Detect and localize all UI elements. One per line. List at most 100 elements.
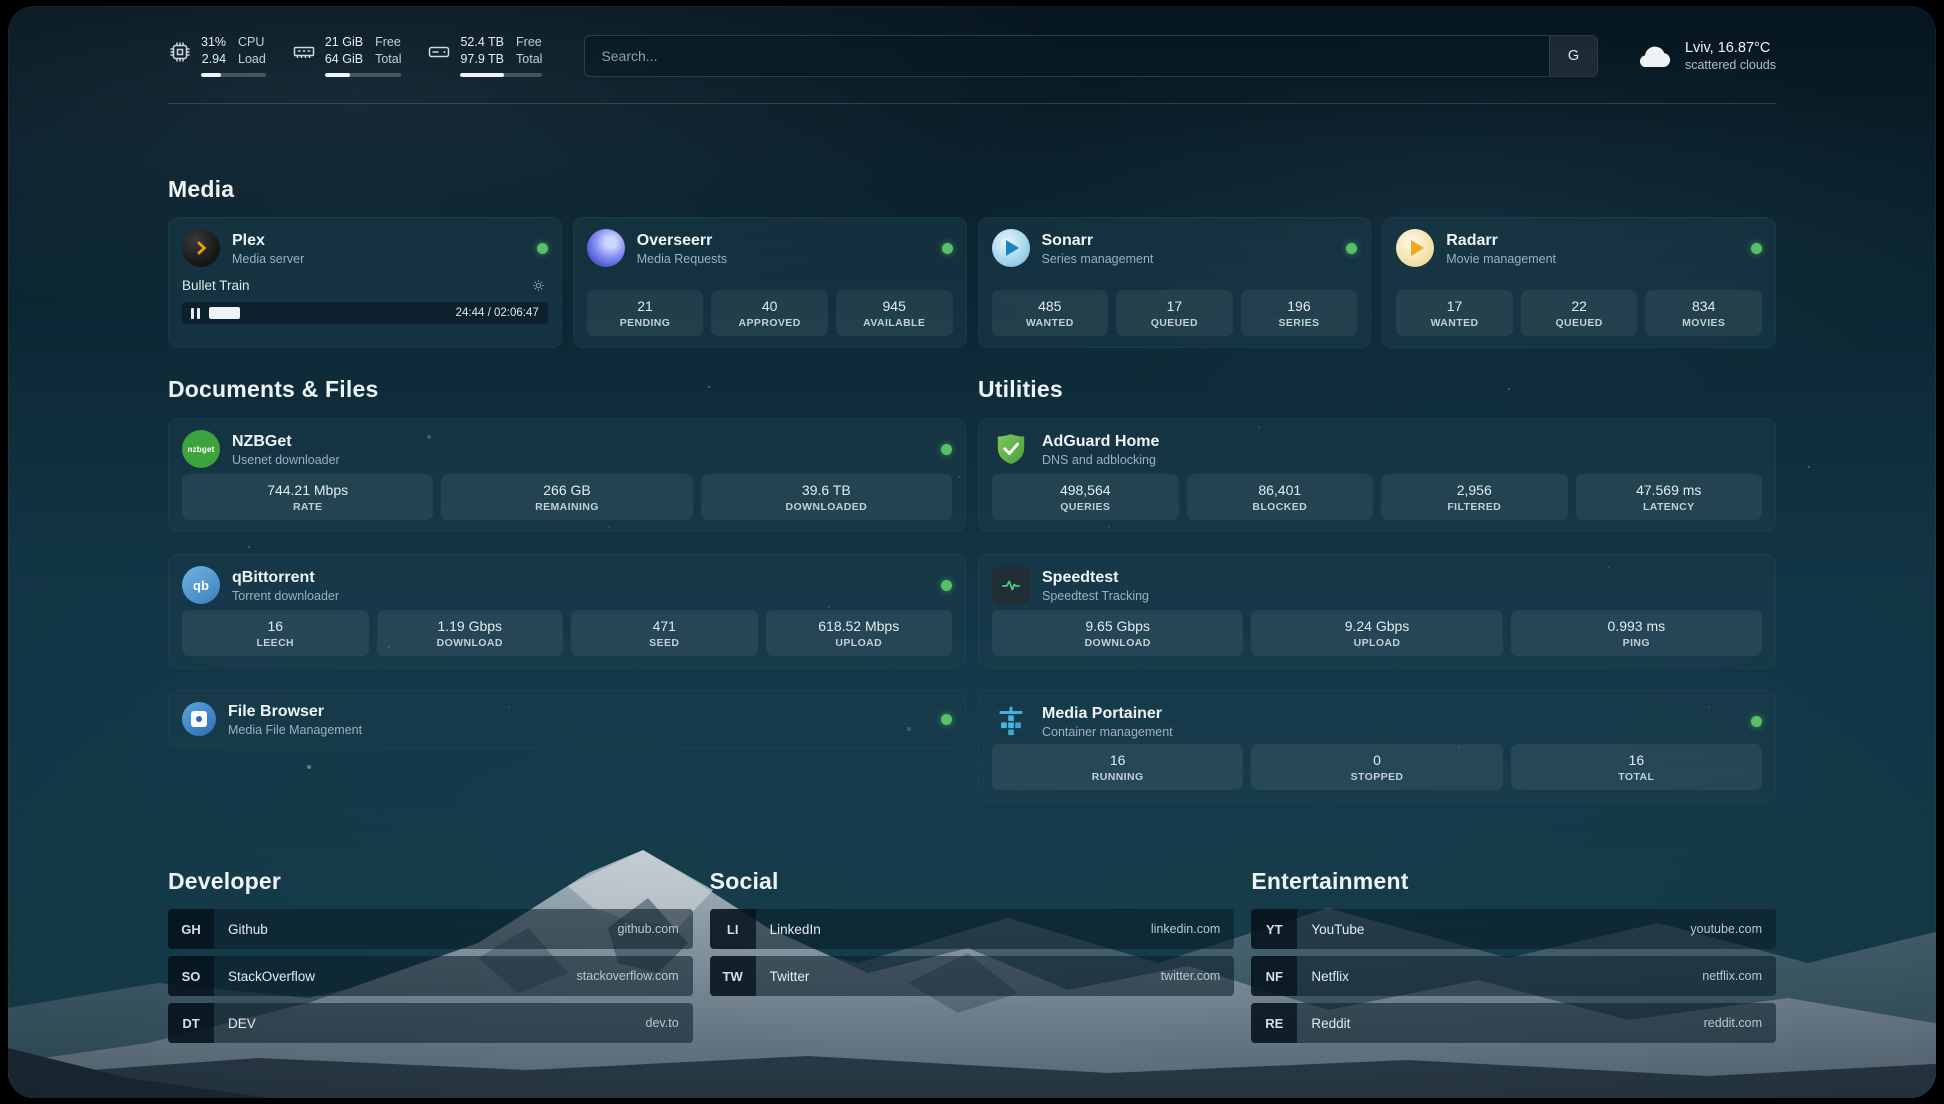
bookmark-youtube[interactable]: YT YouTube youtube.com: [1251, 909, 1776, 949]
bookmark-url: youtube.com: [1690, 922, 1776, 936]
stat-label: QUEUED: [1120, 317, 1229, 329]
stat-label: REMAINING: [445, 501, 688, 513]
portainer-titles: Media Portainer Container management: [1042, 704, 1173, 739]
search-engine-button[interactable]: G: [1549, 36, 1597, 76]
qbittorrent-icon: qb: [182, 566, 220, 604]
disk-icon: [427, 40, 451, 64]
stat-box: 9.65 Gbps DOWNLOAD: [992, 610, 1243, 656]
bookmark-name: DEV: [214, 1016, 256, 1031]
developer-list: GH Github github.com SO StackOverflow st…: [168, 909, 693, 1043]
bookmarks-developer: Developer GH Github github.com SO StackO…: [168, 868, 693, 1043]
search-bar: G: [584, 35, 1598, 77]
cpu-usage-value: 31%: [201, 34, 226, 50]
qbittorrent-card[interactable]: qb qBittorrent Torrent downloader: [168, 554, 966, 668]
stat-label: APPROVED: [715, 317, 824, 329]
bookmark-netflix[interactable]: NF Netflix netflix.com: [1251, 956, 1776, 996]
radarr-card[interactable]: Radarr Movie management 17 WANTED 2: [1382, 217, 1776, 348]
speedtest-card[interactable]: Speedtest Speedtest Tracking 9.65 Gbps D…: [978, 554, 1776, 668]
bookmarks-area: Developer GH Github github.com SO StackO…: [168, 868, 1776, 1043]
bookmark-url: linkedin.com: [1151, 922, 1234, 936]
two-column-area: Documents & Files nzbget NZBGet Usenet d…: [168, 376, 1776, 802]
stat-box: 744.21 Mbps RATE: [182, 474, 433, 520]
stat-box: 40 APPROVED: [711, 290, 828, 336]
memory-readout: 21 GiB Free 64 GiB Total: [325, 34, 402, 77]
plex-card[interactable]: Plex Media server Bullet Train: [168, 217, 562, 348]
filebrowser-icon: [182, 702, 216, 736]
bookmark-dev[interactable]: DT DEV dev.to: [168, 1003, 693, 1043]
status-dot: [941, 714, 952, 725]
memory-monitor: 21 GiB Free 64 GiB Total: [292, 34, 402, 77]
nzbget-card[interactable]: nzbget NZBGet Usenet downloader: [168, 418, 966, 532]
settings-gear-icon[interactable]: [530, 276, 548, 294]
stat-box: 618.52 Mbps UPLOAD: [766, 610, 953, 656]
nzbget-icon-text: nzbget: [188, 445, 215, 454]
stat-label: AVAILABLE: [840, 317, 949, 329]
adguard-card[interactable]: AdGuard Home DNS and adblocking 498,564 …: [978, 418, 1776, 532]
app-desc: Media File Management: [228, 723, 362, 737]
bookmark-stackoverflow[interactable]: SO StackOverflow stackoverflow.com: [168, 956, 693, 996]
plex-icon: [182, 229, 220, 267]
memory-free-label: Free: [375, 34, 401, 50]
stat-box: 0.993 ms PING: [1511, 610, 1762, 656]
bookmark-twitter[interactable]: TW Twitter twitter.com: [710, 956, 1235, 996]
bookmark-name: YouTube: [1297, 922, 1364, 937]
app-name: Overseerr: [637, 231, 727, 250]
app-desc: Usenet downloader: [232, 453, 340, 467]
status-dot: [1346, 243, 1357, 254]
portainer-crane-icon: [992, 702, 1030, 740]
app-name: Radarr: [1446, 231, 1556, 250]
nzbget-icon: nzbget: [182, 430, 220, 468]
cpu-icon: [168, 40, 192, 64]
section-title-media: Media: [168, 176, 1776, 203]
stat-box: 21 PENDING: [587, 290, 704, 336]
app-desc: DNS and adblocking: [1042, 453, 1159, 467]
stat-box: 17 WANTED: [1396, 290, 1513, 336]
stat-value: 471: [575, 618, 754, 635]
sonarr-card[interactable]: Sonarr Series management 485 WANTED: [978, 217, 1372, 348]
section-title-utilities: Utilities: [978, 376, 1776, 403]
portainer-header: Media Portainer Container management: [992, 702, 1762, 740]
bookmark-url: dev.to: [646, 1016, 693, 1030]
memory-total-label: Total: [375, 51, 401, 67]
search-input[interactable]: [585, 36, 1549, 76]
stat-label: UPLOAD: [770, 637, 949, 649]
memory-progress-bar: [325, 73, 402, 77]
bookmark-github[interactable]: GH Github github.com: [168, 909, 693, 949]
bookmark-abbr: TW: [710, 956, 756, 996]
playback-fill: [209, 307, 240, 319]
app-desc: Torrent downloader: [232, 589, 339, 603]
stat-label: WANTED: [1400, 317, 1509, 329]
pause-button[interactable]: [191, 308, 200, 319]
stat-value: 485: [996, 298, 1105, 315]
bookmark-name: Reddit: [1297, 1016, 1350, 1031]
radarr-titles: Radarr Movie management: [1446, 231, 1556, 266]
documents-stack: nzbget NZBGet Usenet downloader: [168, 418, 966, 748]
stat-box: 16 RUNNING: [992, 744, 1243, 790]
portainer-card[interactable]: Media Portainer Container management 16 …: [978, 690, 1776, 802]
weather-location: Lviv, 16.87°C: [1685, 40, 1776, 56]
playback-track[interactable]: [209, 307, 447, 319]
stat-label: SERIES: [1245, 317, 1354, 329]
stat-label: UPLOAD: [1255, 637, 1498, 649]
nzbget-titles: NZBGet Usenet downloader: [232, 432, 340, 467]
bookmark-reddit[interactable]: RE Reddit reddit.com: [1251, 1003, 1776, 1043]
stat-label: RATE: [186, 501, 429, 513]
filebrowser-icon-sheet: [191, 711, 207, 727]
nzbget-header: nzbget NZBGet Usenet downloader: [182, 430, 952, 468]
stat-box: 16 TOTAL: [1511, 744, 1762, 790]
qbittorrent-icon-text: qb: [193, 578, 209, 593]
filebrowser-card[interactable]: File Browser Media File Management: [168, 690, 966, 748]
stat-value: 9.24 Gbps: [1255, 618, 1498, 635]
qbittorrent-header: qb qBittorrent Torrent downloader: [182, 566, 952, 604]
section-title-entertainment: Entertainment: [1251, 868, 1776, 895]
bookmark-name: Twitter: [756, 969, 810, 984]
speedtest-titles: Speedtest Speedtest Tracking: [1042, 568, 1149, 603]
overseerr-card[interactable]: Overseerr Media Requests 21 PENDING: [573, 217, 967, 348]
status-dot: [537, 243, 548, 254]
weather-text: Lviv, 16.87°C scattered clouds: [1685, 40, 1776, 72]
stat-label: LEECH: [186, 637, 365, 649]
bookmarks-entertainment: Entertainment YT YouTube youtube.com NF …: [1251, 868, 1776, 1043]
stat-box: 22 QUEUED: [1521, 290, 1638, 336]
stat-value: 16: [996, 752, 1239, 769]
bookmark-linkedin[interactable]: LI LinkedIn linkedin.com: [710, 909, 1235, 949]
